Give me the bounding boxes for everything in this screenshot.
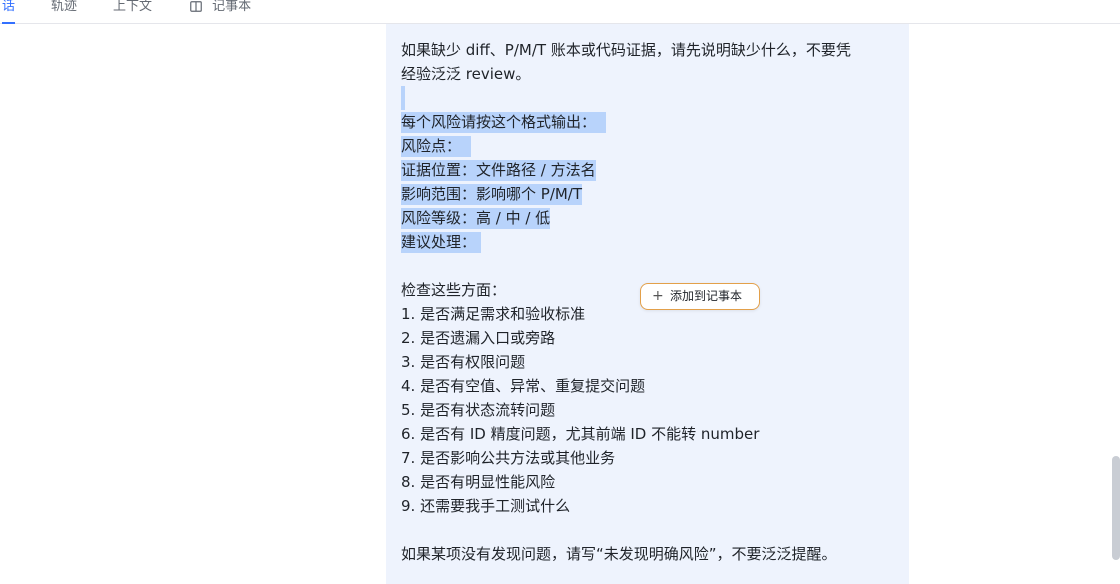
tab-bar: 话 轨迹 上下文 记事本 xyxy=(0,0,1120,24)
selection-pad xyxy=(596,112,606,133)
field-evidence-text: 证据位置：文件路径 / 方法名 xyxy=(401,160,596,181)
add-to-notebook-label: 添加到记事本 xyxy=(670,289,743,303)
check-item: 2. 是否遗漏入口或旁路 xyxy=(401,329,556,347)
check-item: 8. 是否有明显性能风险 xyxy=(401,473,556,491)
book-icon xyxy=(190,1,202,16)
selection-pad xyxy=(461,136,471,157)
plus-icon: + xyxy=(652,288,664,304)
message-line: 经验泛泛 review。 xyxy=(401,65,531,83)
check-item: 6. 是否有 ID 精度问题，尤其前端 ID 不能转 number xyxy=(401,425,760,443)
field-action: 建议处理： xyxy=(401,230,901,254)
check-item: 3. 是否有权限问题 xyxy=(401,353,526,371)
field-scope: 影响范围：影响哪个 P/M/T xyxy=(401,182,901,206)
tab-context-label: 上下文 xyxy=(113,0,153,14)
scrollbar-thumb[interactable] xyxy=(1112,456,1120,560)
check-item: 4. 是否有空值、异常、重复提交问题 xyxy=(401,377,646,395)
tab-chat-label: 话 xyxy=(2,0,16,14)
format-intro-text: 每个风险请按这个格式输出： xyxy=(401,112,597,133)
add-to-notebook-button[interactable]: + 添加到记事本 xyxy=(640,283,760,310)
field-risk: 风险点： xyxy=(401,134,901,158)
field-level: 风险等级：高 / 中 / 低 xyxy=(401,206,901,230)
check-item: 5. 是否有状态流转问题 xyxy=(401,401,556,419)
field-action-text: 建议处理： xyxy=(401,232,477,253)
selection-pad xyxy=(476,232,481,253)
field-level-text: 风险等级：高 / 中 / 低 xyxy=(401,208,551,229)
check-item: 9. 还需要我手工测试什么 xyxy=(401,497,571,515)
field-scope-text: 影响范围：影响哪个 P/M/T xyxy=(401,184,583,205)
tab-context[interactable]: 上下文 xyxy=(113,0,152,23)
check-item: 7. 是否影响公共方法或其他业务 xyxy=(401,449,616,467)
tab-trajectory[interactable]: 轨迹 xyxy=(51,0,77,23)
format-intro: 每个风险请按这个格式输出： xyxy=(401,110,901,134)
tab-trajectory-label: 轨迹 xyxy=(51,0,78,14)
tab-notebook-label: 记事本 xyxy=(212,0,252,14)
field-evidence: 证据位置：文件路径 / 方法名 xyxy=(401,158,901,182)
field-risk-text: 风险点： xyxy=(401,136,462,157)
tab-chat[interactable]: 话 xyxy=(2,0,16,24)
selection-blank-line xyxy=(401,86,901,110)
message-line: 如果缺少 diff、P/M/T 账本或代码证据，请先说明缺少什么，不要凭 xyxy=(401,41,851,59)
message-footer: 如果某项没有发现问题，请写“未发现明确风险”，不要泛泛提醒。 xyxy=(401,545,837,563)
tab-notebook[interactable]: 记事本 xyxy=(190,0,251,23)
